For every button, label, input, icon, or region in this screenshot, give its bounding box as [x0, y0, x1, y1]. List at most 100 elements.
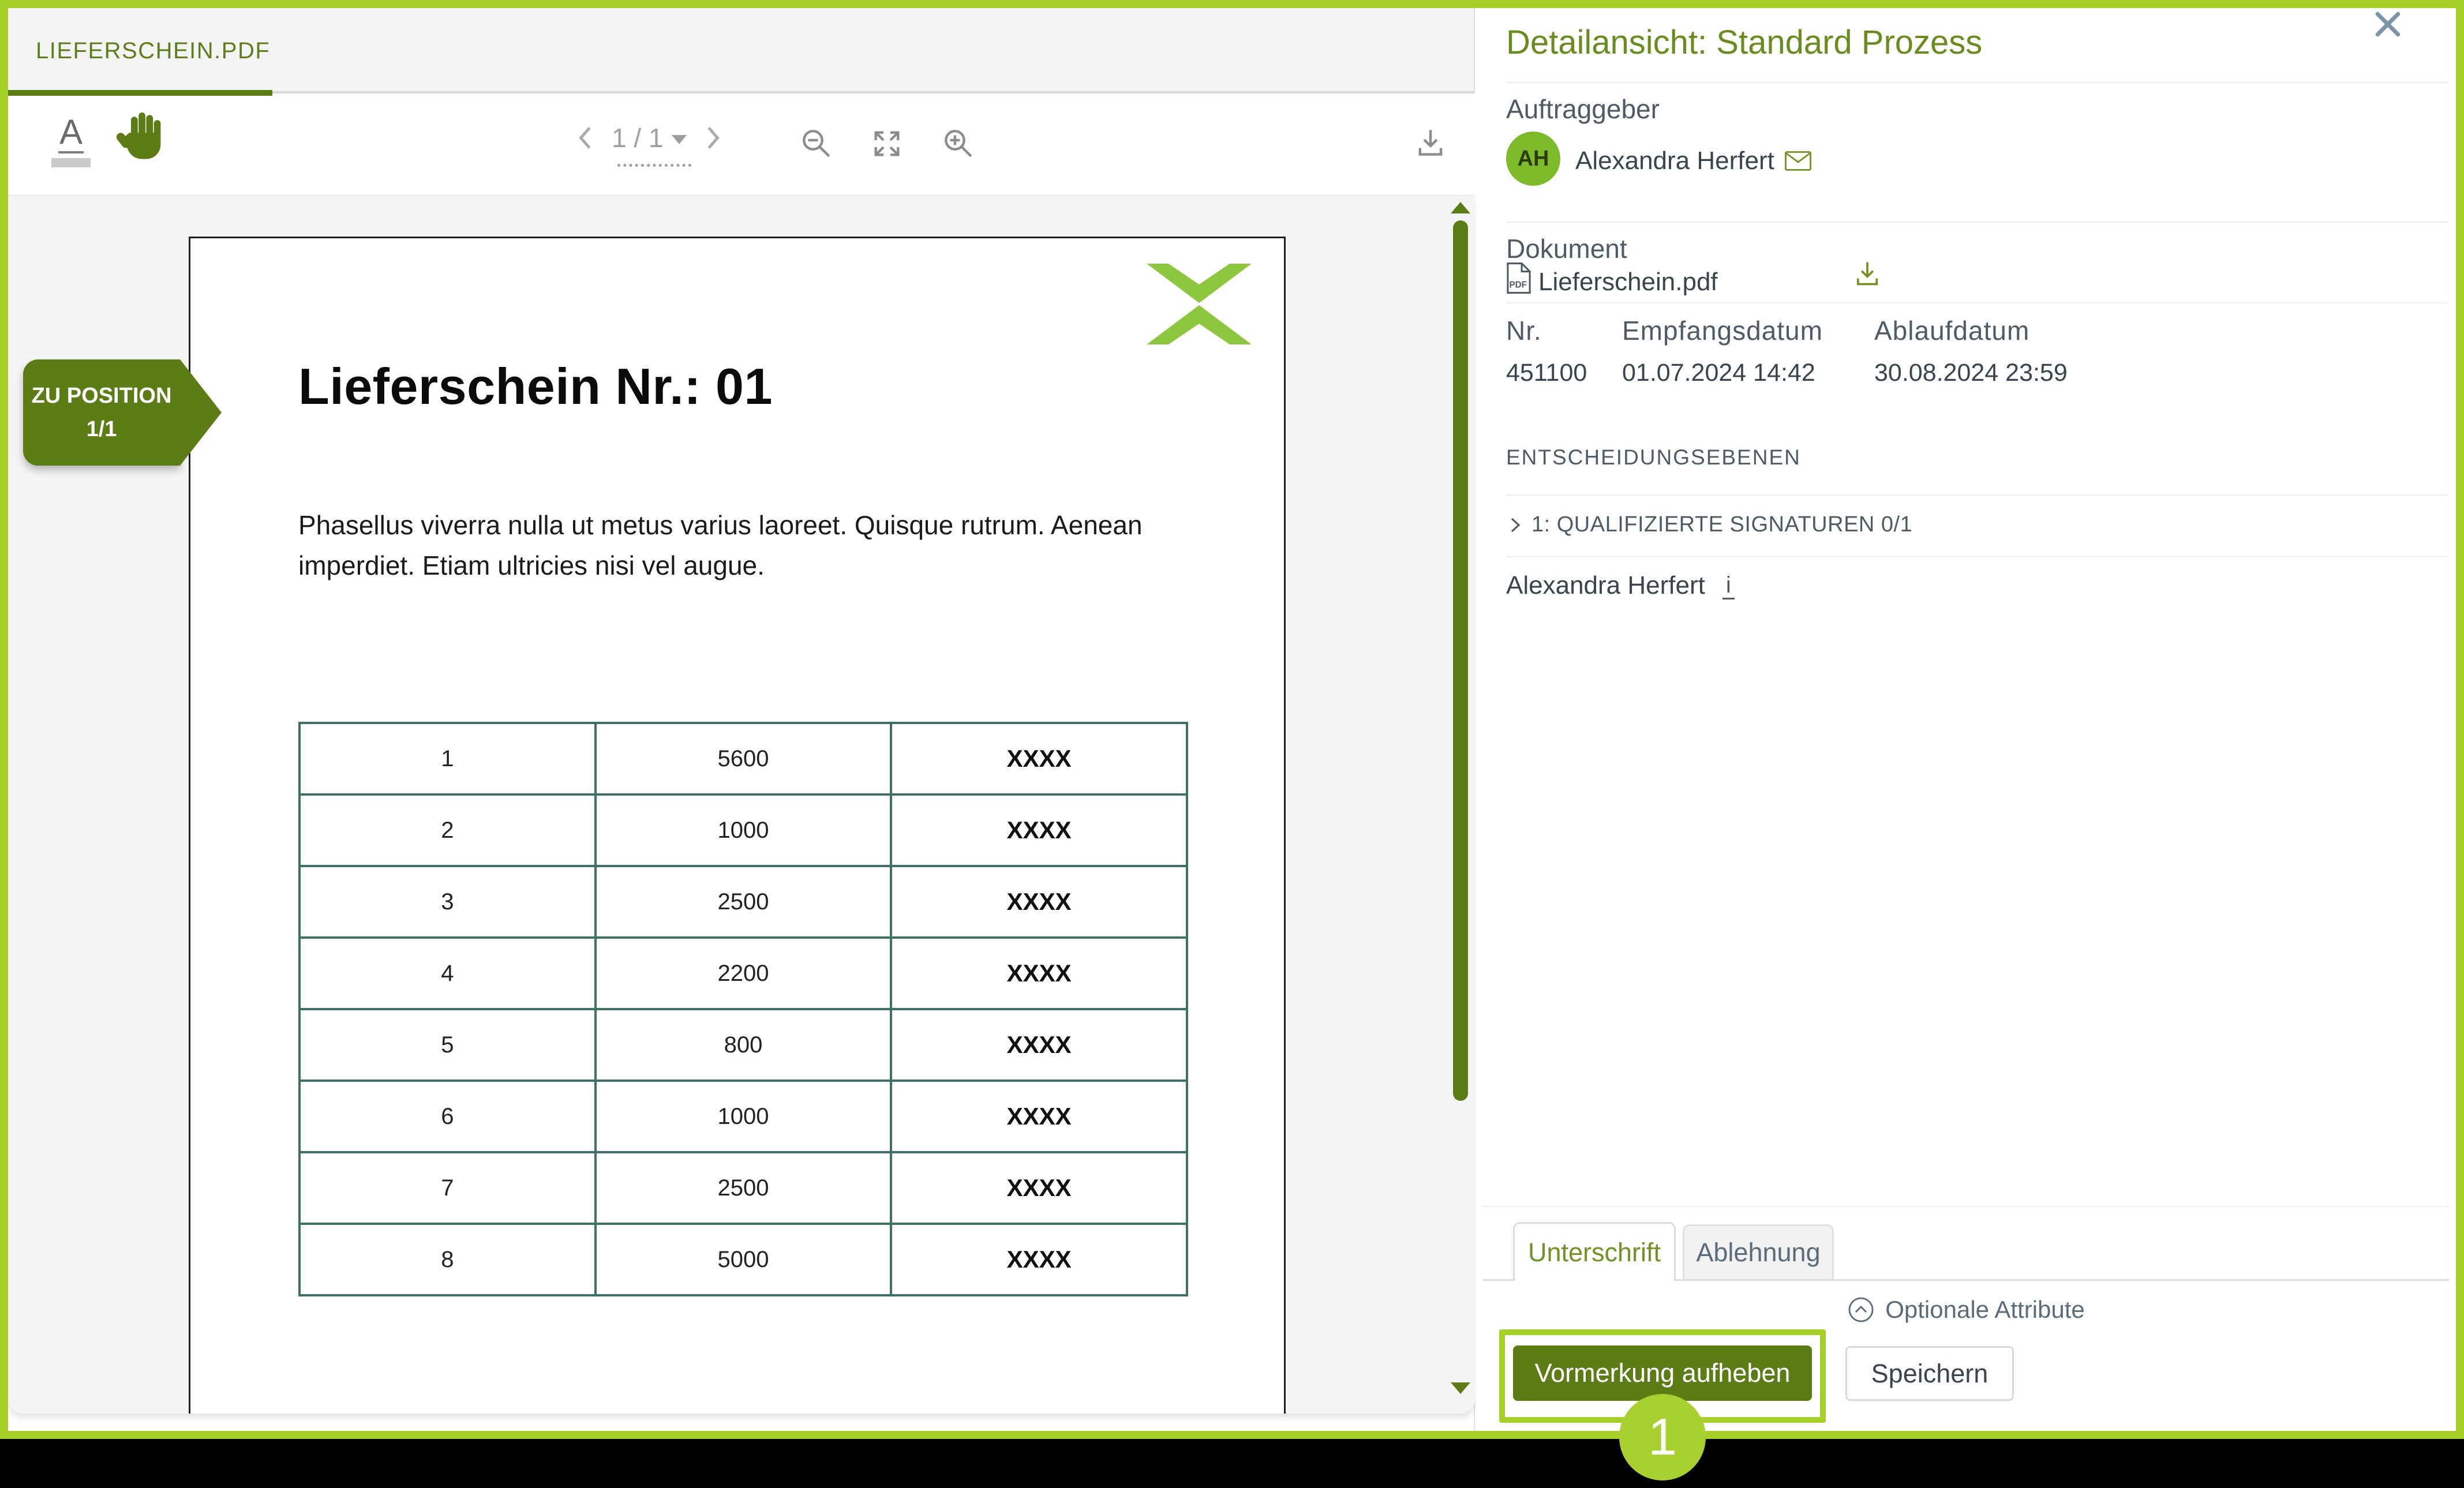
table-row: 1 5600 XXXX: [299, 723, 1187, 794]
panel-title: Detailansicht: Standard Prozess: [1506, 23, 1982, 62]
pan-tool-button[interactable]: [117, 108, 171, 164]
scroll-down-arrow[interactable]: [1451, 1382, 1470, 1394]
auftraggeber-person-row: Alexandra Herfert: [1575, 147, 1811, 175]
vormerkung-aufheben-button[interactable]: Vormerkung aufheben: [1513, 1345, 1812, 1401]
table-row: 3 2500 XXXX: [299, 866, 1187, 938]
tab-ablehnung[interactable]: Ablehnung: [1683, 1224, 1834, 1279]
table-cell: XXXX: [891, 866, 1187, 938]
table-row: 4 2200 XXXX: [299, 938, 1187, 1009]
table-cell: 6: [299, 1081, 596, 1152]
table-cell: 800: [596, 1009, 892, 1081]
company-logo: [1144, 264, 1254, 344]
assignee-name: Alexandra Herfert: [1506, 571, 1705, 600]
tab-ablehnung-label: Ablehnung: [1696, 1238, 1820, 1268]
page-indicator: 1 / 1: [612, 122, 664, 153]
table-cell: 2: [299, 794, 596, 866]
scrollbar-thumb[interactable]: [1453, 220, 1468, 1101]
meta-header-empfangsdatum: Empfangsdatum: [1622, 315, 1823, 346]
viewer-tab-bar: LIEFERSCHEIN.PDF: [8, 8, 1474, 93]
next-page-button[interactable]: [706, 125, 721, 151]
optional-attributes-toggle[interactable]: Optionale Attribute: [1476, 1296, 2456, 1324]
divider: [1483, 1206, 2449, 1207]
document-filename-link[interactable]: Lieferschein.pdf: [1538, 268, 1718, 297]
table-cell: XXXX: [891, 1224, 1187, 1295]
text-tool-icon: A: [58, 113, 84, 153]
table-cell: 8: [299, 1224, 596, 1295]
assignee-row: Alexandra Herfert i: [1506, 571, 1735, 600]
page-indicator-dropdown[interactable]: 1 / 1: [612, 122, 687, 153]
svg-text:PDF: PDF: [1509, 280, 1527, 290]
text-annotation-tool-button[interactable]: A: [46, 113, 96, 167]
previous-page-button[interactable]: [577, 125, 592, 151]
primary-button-label: Vormerkung aufheben: [1535, 1358, 1791, 1388]
table-cell: XXXX: [891, 1152, 1187, 1224]
auftraggeber-name: Alexandra Herfert: [1575, 147, 1774, 175]
lime-frame: LIEFERSCHEIN.PDF A: [0, 0, 2464, 1439]
viewer-toolbar: A: [8, 93, 1475, 196]
signature-level-label: 1: QUALIFIZIERTE SIGNATUREN 0/1: [1531, 512, 1912, 537]
fullscreen-button[interactable]: [870, 127, 904, 160]
divider: [1506, 494, 2448, 496]
text-tool-highlight-bar: [51, 158, 91, 167]
close-icon[interactable]: [2373, 9, 2403, 39]
table-cell: 5000: [596, 1224, 892, 1295]
hand-icon: [117, 108, 171, 164]
dokument-label: Dokument: [1506, 233, 1627, 264]
tab-label: LIEFERSCHEIN.PDF: [36, 38, 270, 64]
info-icon[interactable]: i: [1722, 572, 1735, 599]
table-cell: XXXX: [891, 794, 1187, 866]
jump-to-position-badge[interactable]: ZU POSITION 1/1: [23, 359, 180, 466]
table-cell: 5: [299, 1009, 596, 1081]
table-row: 8 5000 XXXX: [299, 1224, 1187, 1295]
table-cell: 2200: [596, 938, 892, 1009]
tab-lieferschein-pdf[interactable]: LIEFERSCHEIN.PDF: [8, 8, 270, 93]
table-cell: XXXX: [891, 938, 1187, 1009]
table-row: 5 800 XXXX: [299, 1009, 1187, 1081]
circle-chevron-up-icon: [1847, 1296, 1875, 1324]
zoom-in-button[interactable]: [942, 127, 975, 160]
document-title: Lieferschein Nr.: 01: [298, 357, 773, 416]
table-cell: 7: [299, 1152, 596, 1224]
table-cell: 5600: [596, 723, 892, 794]
auftraggeber-label: Auftraggeber: [1506, 93, 1660, 125]
download-document-button[interactable]: [1414, 126, 1447, 159]
document-table: 1 5600 XXXX 2 1000 XXXX: [298, 722, 1188, 1296]
divider: [1506, 302, 2448, 303]
page-navigation: 1 / 1: [577, 122, 721, 153]
badge-line1: ZU POSITION: [32, 379, 172, 413]
meta-value-ablaufdatum: 30.08.2024 23:59: [1874, 359, 2068, 387]
email-icon[interactable]: [1785, 151, 1811, 171]
tab-unterschrift-label: Unterschrift: [1528, 1238, 1661, 1268]
signature-level-expander[interactable]: 1: QUALIFIZIERTE SIGNATUREN 0/1: [1506, 512, 1912, 537]
table-row: 7 2500 XXXX: [299, 1152, 1187, 1224]
table-cell: 2500: [596, 866, 892, 938]
entscheidungsebenen-label: ENTSCHEIDUNGSEBENEN: [1506, 445, 1801, 470]
pdf-canvas-area[interactable]: Lieferschein Nr.: 01 Phasellus viverra n…: [8, 196, 1475, 1414]
document-viewer-pane: LIEFERSCHEIN.PDF A: [8, 8, 1475, 1431]
meta-header-nr: Nr.: [1506, 315, 1542, 346]
screenshot-root: LIEFERSCHEIN.PDF A: [0, 0, 2464, 1488]
table-cell: 3: [299, 866, 596, 938]
table-cell: 1000: [596, 1081, 892, 1152]
table-cell: XXXX: [891, 1009, 1187, 1081]
table-cell: XXXX: [891, 723, 1187, 794]
table-cell: XXXX: [891, 1081, 1187, 1152]
pdf-file-icon: PDF: [1506, 262, 1531, 294]
speichern-button[interactable]: Speichern: [1845, 1346, 2014, 1401]
table-cell: 4: [299, 938, 596, 1009]
secondary-button-label: Speichern: [1871, 1359, 1989, 1389]
pdf-page: Lieferschein Nr.: 01 Phasellus viverra n…: [189, 237, 1286, 1414]
avatar: AH: [1506, 132, 1560, 186]
tab-unterschrift[interactable]: Unterschrift: [1513, 1222, 1676, 1281]
scroll-up-arrow[interactable]: [1451, 202, 1470, 213]
active-tab-underline: [8, 90, 272, 96]
avatar-initials: AH: [1518, 147, 1549, 171]
download-file-icon[interactable]: [1852, 258, 1882, 288]
table-cell: 1: [299, 723, 596, 794]
zoom-out-button[interactable]: [800, 127, 833, 160]
meta-value-empfangsdatum: 01.07.2024 14:42: [1622, 359, 1815, 387]
divider: [1506, 82, 2448, 83]
table-row: 2 1000 XXXX: [299, 794, 1187, 866]
caret-down-icon: [672, 135, 687, 144]
badge-line2: 1/1: [87, 413, 117, 446]
